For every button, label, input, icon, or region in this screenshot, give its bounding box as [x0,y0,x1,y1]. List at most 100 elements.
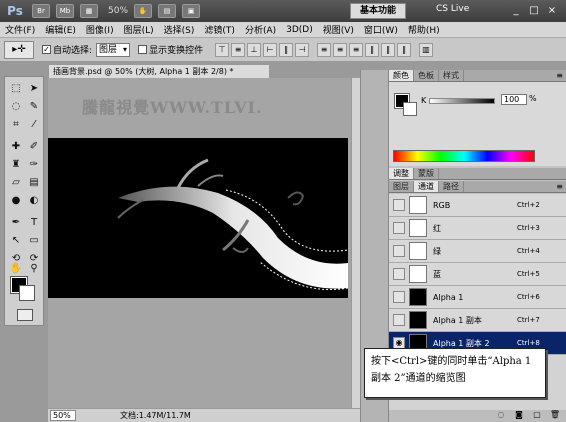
visibility-toggle[interactable] [393,314,405,326]
type-tool-icon[interactable]: T [25,215,43,231]
tab-paths[interactable]: 路径 [439,181,464,192]
menu-window[interactable]: 窗口(W) [359,23,403,36]
distribute-hcenter-icon[interactable]: ‖ [381,42,396,57]
distribute-bottom-icon[interactable]: ≡ [349,42,364,57]
zoom-tool-icon[interactable]: ⚲ [25,261,43,277]
channel-row-alpha-1-copy[interactable]: Alpha 1 副本 Ctrl+7 [389,309,566,332]
gradient-tool-icon[interactable]: ▤ [25,175,43,191]
menu-help[interactable]: 帮助(H) [403,23,445,36]
minimize-button[interactable]: _ [508,4,524,18]
new-channel-icon[interactable]: ▢ [531,410,543,420]
tab-channels[interactable]: 通道 [414,181,439,192]
channel-thumbnail[interactable] [409,265,427,283]
tab-color[interactable]: 颜色 [389,70,414,81]
close-button[interactable]: × [544,4,560,18]
channel-row-blue[interactable]: 蓝 Ctrl+5 [389,263,566,286]
channel-row-rgb[interactable]: RGB Ctrl+2 [389,194,566,217]
pen-tool-icon[interactable]: ✒ [7,215,25,231]
distribute-left-icon[interactable]: ‖ [365,42,380,57]
hand-tool-icon[interactable]: ✋ [7,261,25,277]
healing-brush-tool-icon[interactable]: ✚ [7,139,25,155]
align-vcenter-icon[interactable]: ≡ [231,42,246,57]
visibility-toggle[interactable] [393,268,405,280]
marquee-tool-icon[interactable]: ⬚ [7,81,25,97]
menu-layer[interactable]: 图层(L) [119,23,159,36]
crop-tool-icon[interactable]: ⌗ [7,117,25,133]
status-zoom-field[interactable]: 50% [50,410,76,421]
menu-edit[interactable]: 编辑(E) [40,23,81,36]
align-bottom-icon[interactable]: ⊥ [247,42,262,57]
move-tool-icon[interactable]: ➤ [25,81,43,97]
shape-tool-icon[interactable]: ▭ [25,233,43,249]
tab-styles[interactable]: 样式 [439,70,464,81]
tool-preset-picker[interactable]: ▸✛ [4,40,34,59]
channel-thumbnail[interactable] [409,242,427,260]
menu-image[interactable]: 图像(I) [81,23,119,36]
show-transform-checkbox[interactable] [138,45,148,54]
visibility-toggle[interactable] [393,291,405,303]
menu-view[interactable]: 视图(V) [318,23,359,36]
quick-selection-tool-icon[interactable]: ✎ [25,99,43,115]
document-tab[interactable]: 插画背景.psd @ 50% (大树, Alpha 1 副本 2/8) * [48,64,270,78]
channel-row-red[interactable]: 红 Ctrl+3 [389,217,566,240]
distribute-top-icon[interactable]: ≡ [317,42,332,57]
align-left-icon[interactable]: ⊢ [263,42,278,57]
blur-tool-icon[interactable]: ● [7,193,25,209]
save-selection-icon[interactable]: ◙ [513,410,525,420]
tab-layers[interactable]: 图层 [389,181,414,192]
auto-select-checkbox[interactable]: ✓ [42,45,51,54]
delete-channel-icon[interactable]: 🗑 [549,410,561,420]
eraser-tool-icon[interactable]: ▱ [7,175,25,191]
menu-select[interactable]: 选择(S) [159,23,200,36]
dodge-tool-icon[interactable]: ◐ [25,193,43,209]
align-right-icon[interactable]: ⊣ [295,42,310,57]
eyedropper-tool-icon[interactable]: ⁄ [25,117,43,133]
brush-tool-icon[interactable]: ✐ [25,139,43,155]
menu-filter[interactable]: 滤镜(T) [199,23,240,36]
workspace-switcher[interactable]: 基本功能 [350,3,406,19]
clone-stamp-tool-icon[interactable]: ♜ [7,157,25,173]
tab-masks[interactable]: 蒙版 [414,168,439,179]
arrange-documents-button[interactable]: ▤ [158,4,177,18]
tab-adjustments[interactable]: 调整 [389,168,414,179]
view-extras-button[interactable]: ▦ [80,4,98,18]
auto-select-dropdown[interactable]: 图层 [96,42,131,57]
document-image[interactable] [48,138,348,298]
lasso-tool-icon[interactable]: ◌ [7,99,25,115]
color-spectrum-ramp[interactable] [393,150,535,162]
background-color-swatch[interactable] [19,285,35,301]
cs-live-button[interactable]: CS Live [436,4,469,14]
auto-align-icon[interactable]: ▥ [419,42,434,57]
channel-row-alpha-1[interactable]: Alpha 1 Ctrl+6 [389,286,566,309]
channel-row-green[interactable]: 绿 Ctrl+4 [389,240,566,263]
menu-3d[interactable]: 3D(D) [281,25,318,35]
load-selection-icon[interactable]: ◌ [495,410,507,420]
channels-panel-menu-icon[interactable]: ≡ [556,181,563,192]
quick-mask-button[interactable] [17,309,33,321]
k-value-input[interactable]: 100 [501,94,527,105]
channel-thumbnail[interactable] [409,288,427,306]
color-panel-background-swatch[interactable] [403,102,417,116]
maximize-button[interactable]: □ [526,4,542,18]
visibility-toggle[interactable] [393,245,405,257]
history-brush-tool-icon[interactable]: ✑ [25,157,43,173]
vertical-scrollbar[interactable] [351,78,360,408]
bridge-button[interactable]: Br [32,4,50,18]
visibility-toggle[interactable] [393,222,405,234]
align-hcenter-icon[interactable]: ‖ [279,42,294,57]
channel-thumbnail[interactable] [409,311,427,329]
channel-thumbnail[interactable] [409,196,427,214]
visibility-toggle[interactable] [393,199,405,211]
mini-bridge-button[interactable]: Mb [56,4,74,18]
distribute-vcenter-icon[interactable]: ≡ [333,42,348,57]
panel-menu-icon[interactable]: ≡ [556,70,563,81]
k-slider[interactable] [429,98,495,104]
zoom-level[interactable]: 50% [108,6,128,16]
tab-swatches[interactable]: 色板 [414,70,439,81]
screen-mode-button[interactable]: ▣ [182,4,201,18]
menu-analysis[interactable]: 分析(A) [240,23,281,36]
path-selection-tool-icon[interactable]: ↖ [7,233,25,249]
menu-file[interactable]: 文件(F) [0,23,40,36]
align-top-icon[interactable]: ⊤ [215,42,230,57]
distribute-right-icon[interactable]: ‖ [397,42,412,57]
